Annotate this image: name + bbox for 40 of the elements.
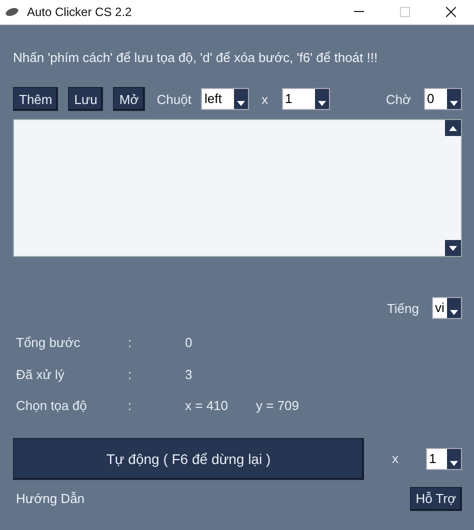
window-title: Auto Clicker CS 2.2 — [27, 5, 133, 19]
stat-value: 3 — [185, 366, 192, 382]
separator-text: : — [128, 335, 133, 350]
caret-icon — [318, 101, 326, 106]
caret-icon — [449, 126, 457, 130]
maximize-icon — [400, 7, 410, 17]
wait-label: Chờ — [386, 92, 411, 106]
guide-link[interactable]: Hướng Dẫn — [13, 491, 85, 506]
caret-icon — [450, 310, 458, 315]
close-icon — [446, 7, 456, 17]
toolbar-button[interactable]: Thêm — [13, 87, 58, 111]
mouse-button-dropdown[interactable]: left — [201, 88, 250, 110]
stat-label: Chọn tọa độ — [16, 398, 88, 414]
stat-value: 0 — [185, 335, 192, 350]
stat-value: x = 410 — [185, 398, 228, 414]
auto-run-button[interactable]: Tự động ( F6 để dừng lại ) — [13, 438, 364, 480]
times-label: x — [392, 451, 398, 466]
mouse-label: Chuột — [156, 92, 192, 106]
toolbar-button[interactable]: Mở — [113, 87, 145, 111]
wait-dropdown[interactable]: 0 — [424, 88, 462, 110]
separator-text: : — [128, 366, 133, 382]
scroll-down-button[interactable] — [445, 240, 461, 256]
language-label: Tiếng — [386, 300, 419, 316]
language-dropdown[interactable]: vi — [432, 297, 462, 319]
minimize-icon — [354, 11, 364, 13]
caret-icon — [449, 246, 457, 250]
stat-value: y = 709 — [256, 398, 300, 414]
separator-text: : — [128, 398, 133, 414]
instruction-text: Nhấn 'phím cách' để lưu tọa độ, 'd' để xóa bước, 'f6' để thoát !!! — [13, 50, 379, 67]
run-count-dropdown[interactable]: 1 — [426, 448, 462, 470]
stat-label: Đã xử lý — [16, 366, 66, 382]
caret-icon — [450, 460, 458, 466]
caret-icon — [450, 101, 458, 106]
times-label: x — [261, 92, 268, 106]
repeat-dropdown[interactable]: 1 — [282, 88, 330, 110]
caret-icon — [237, 101, 246, 106]
toolbar-button[interactable]: Lưu — [68, 87, 104, 111]
scroll-up-button[interactable] — [445, 120, 461, 136]
support-button[interactable]: Hỗ Trợ — [410, 486, 462, 510]
stat-label: Tổng bước — [16, 335, 82, 350]
